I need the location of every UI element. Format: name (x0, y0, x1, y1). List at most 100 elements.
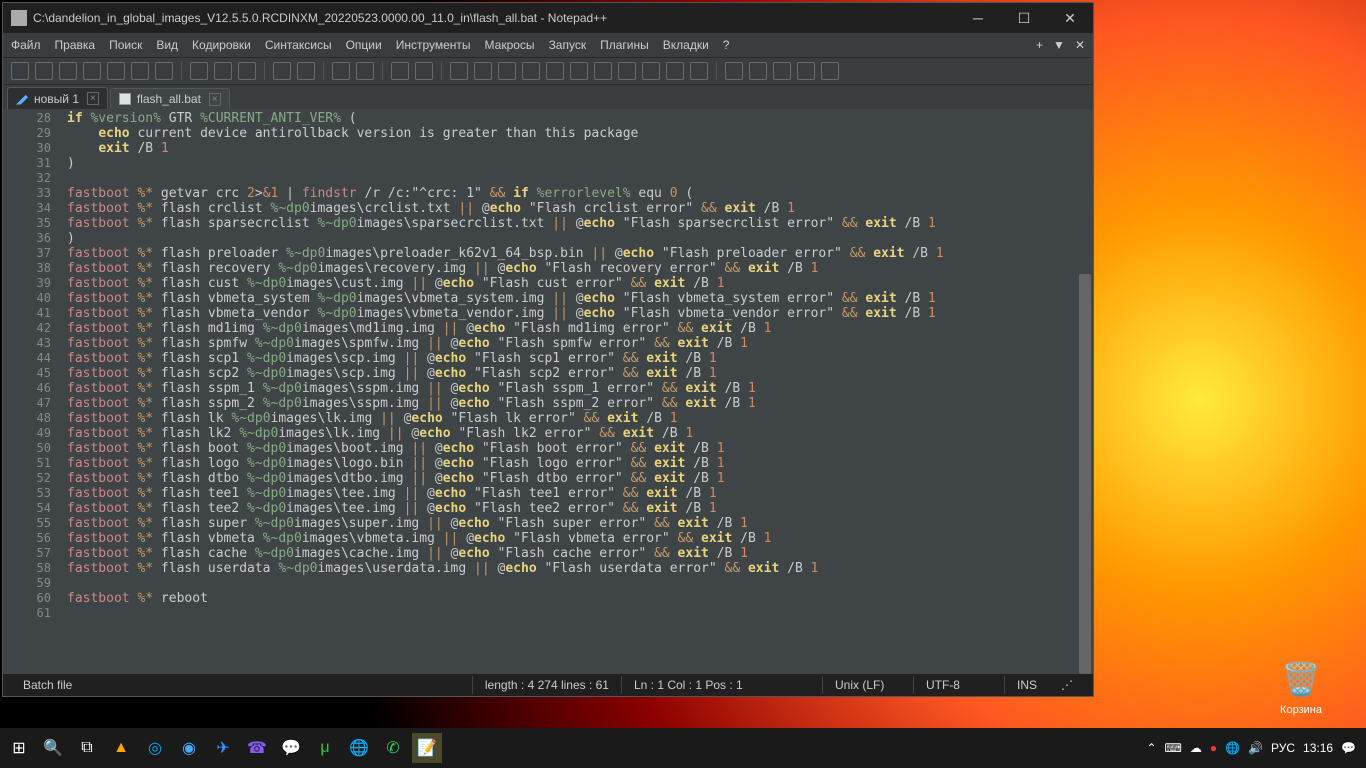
menu-file[interactable]: Файл (11, 38, 41, 52)
tab-close-icon[interactable]: × (209, 93, 221, 106)
menu-language[interactable]: Синтаксисы (265, 38, 332, 52)
task-view-icon[interactable]: ⧉ (72, 733, 102, 763)
tab-new-1[interactable]: новый 1 × (7, 87, 108, 109)
menu-settings[interactable]: Опции (346, 38, 382, 52)
start-button[interactable]: ⊞ (4, 733, 34, 763)
play-multi-icon[interactable] (797, 62, 815, 80)
open-file-icon[interactable] (35, 62, 53, 80)
zoom-in-icon[interactable] (391, 62, 409, 80)
monitoring-icon[interactable] (690, 62, 708, 80)
undo-icon[interactable] (273, 62, 291, 80)
indent-guide-icon[interactable] (546, 62, 564, 80)
menu-view[interactable]: Вид (156, 38, 178, 52)
systray[interactable]: ⌃ ⌨ ☁ ● 🌐 🔊 РУС 13:16 💬 (1146, 741, 1366, 755)
find-icon[interactable] (332, 62, 350, 80)
show-all-icon[interactable] (522, 62, 540, 80)
tab-label: flash_all.bat (137, 92, 201, 106)
docmap-icon[interactable] (594, 62, 612, 80)
search-icon[interactable]: 🔍 (38, 733, 68, 763)
close-file-icon[interactable] (107, 62, 125, 80)
menu-tools[interactable]: Инструменты (396, 38, 471, 52)
play-icon[interactable] (773, 62, 791, 80)
wrap-icon[interactable] (498, 62, 516, 80)
sync-h-icon[interactable] (474, 62, 492, 80)
sync-v-icon[interactable] (450, 62, 468, 80)
editor[interactable]: 2829303132333435363738394041424344454647… (3, 109, 1093, 674)
tray-onedrive-icon[interactable]: ☁ (1190, 741, 1202, 755)
viber-icon[interactable]: ☎ (242, 733, 272, 763)
vertical-scrollbar[interactable] (1077, 109, 1093, 674)
menu-plugins[interactable]: Плагины (600, 38, 649, 52)
tab-flash-all[interactable]: flash_all.bat × (110, 88, 230, 110)
menu-macro[interactable]: Макросы (485, 38, 535, 52)
paste-icon[interactable] (238, 62, 256, 80)
tab-label: новый 1 (34, 92, 79, 106)
taskbar-app-3[interactable]: ◉ (174, 733, 204, 763)
new-file-icon[interactable] (11, 62, 29, 80)
stop-icon[interactable] (749, 62, 767, 80)
tray-overflow-icon[interactable]: ⌃ (1146, 741, 1156, 755)
close-tab-button[interactable]: ✕ (1075, 38, 1085, 52)
telegram-icon[interactable]: ✈ (208, 733, 238, 763)
scrollbar-thumb[interactable] (1079, 274, 1091, 674)
taskbar-app-2[interactable]: ◎ (140, 733, 170, 763)
line-numbers: 2829303132333435363738394041424344454647… (3, 109, 61, 674)
menu-edit[interactable]: Правка (55, 38, 96, 52)
record-icon[interactable] (725, 62, 743, 80)
recycle-bin[interactable]: 🗑️ Корзина (1266, 660, 1336, 716)
zoom-out-icon[interactable] (415, 62, 433, 80)
whatsapp-icon[interactable]: ✆ (378, 733, 408, 763)
funclist-icon[interactable] (642, 62, 660, 80)
status-position: Ln : 1 Col : 1 Pos : 1 (622, 678, 822, 692)
menu-encoding[interactable]: Кодировки (192, 38, 251, 52)
folder-icon[interactable] (666, 62, 684, 80)
redo-icon[interactable] (297, 62, 315, 80)
tray-language[interactable]: РУС (1271, 741, 1295, 755)
wechat-icon[interactable]: 💬 (276, 733, 306, 763)
taskbar[interactable]: ⊞ 🔍 ⧉ ▲ ◎ ◉ ✈ ☎ 💬 μ 🌐 ✆ 📝 ⌃ ⌨ ☁ ● 🌐 🔊 РУ… (0, 728, 1366, 768)
toolbar-separator (323, 62, 324, 80)
recycle-bin-icon: 🗑️ (1281, 660, 1321, 700)
code-area[interactable]: if %version% GTR %CURRENT_ANTI_VER% ( ec… (61, 109, 1093, 674)
dropdown-icon[interactable]: ▼ (1053, 38, 1065, 52)
doclist-icon[interactable] (618, 62, 636, 80)
menubar: Файл Правка Поиск Вид Кодировки Синтакси… (3, 33, 1093, 57)
modified-icon (16, 93, 28, 105)
tray-keyboard-icon[interactable]: ⌨ (1165, 741, 1182, 755)
menu-help[interactable]: ? (723, 38, 730, 52)
file-icon (119, 93, 131, 105)
new-tab-button[interactable]: + (1036, 38, 1043, 52)
notepadpp-taskbar-icon[interactable]: 📝 (412, 733, 442, 763)
status-encoding[interactable]: UTF-8 (914, 678, 1004, 692)
menu-run[interactable]: Запуск (549, 38, 587, 52)
tab-close-icon[interactable]: × (87, 92, 99, 105)
maximize-button[interactable]: ☐ (1001, 3, 1047, 33)
save-macro-icon[interactable] (821, 62, 839, 80)
print-icon[interactable] (155, 62, 173, 80)
copy-icon[interactable] (214, 62, 232, 80)
menu-search[interactable]: Поиск (109, 38, 142, 52)
status-eol[interactable]: Unix (LF) (823, 678, 913, 692)
taskbar-app-1[interactable]: ▲ (106, 733, 136, 763)
save-all-icon[interactable] (83, 62, 101, 80)
utorrent-icon[interactable]: μ (310, 733, 340, 763)
udl-icon[interactable] (570, 62, 588, 80)
tray-clock[interactable]: 13:16 (1303, 741, 1333, 755)
chrome-icon[interactable]: 🌐 (344, 733, 374, 763)
tray-volume-icon[interactable]: 🔊 (1248, 741, 1263, 755)
tray-notifications-icon[interactable]: 💬 (1341, 741, 1356, 755)
close-all-icon[interactable] (131, 62, 149, 80)
toolbar-separator (264, 62, 265, 80)
close-button[interactable]: ✕ (1047, 3, 1093, 33)
save-icon[interactable] (59, 62, 77, 80)
replace-icon[interactable] (356, 62, 374, 80)
minimize-button[interactable]: ─ (955, 3, 1001, 33)
status-mode[interactable]: INS (1005, 678, 1049, 692)
titlebar[interactable]: C:\dandelion_in_global_images_V12.5.5.0.… (3, 3, 1093, 33)
status-length: length : 4 274 lines : 61 (473, 678, 621, 692)
toolbar-separator (181, 62, 182, 80)
menu-window[interactable]: Вкладки (663, 38, 709, 52)
tray-network-icon[interactable]: 🌐 (1225, 741, 1240, 755)
tray-app-icon[interactable]: ● (1210, 741, 1217, 755)
cut-icon[interactable] (190, 62, 208, 80)
